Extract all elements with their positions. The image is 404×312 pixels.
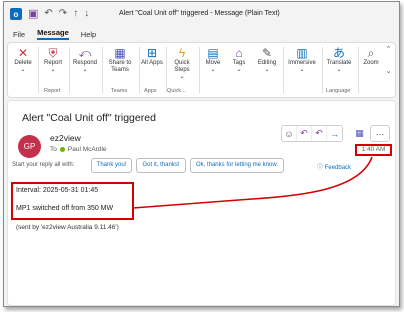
translate-icon: あ — [332, 46, 345, 60]
group-label-report: Report — [44, 88, 61, 94]
ribbon-scroll[interactable]: ⌃ ⌄ — [384, 45, 393, 95]
reply-all-icon[interactable]: ↶ — [312, 126, 327, 141]
chevron-down-icon: ⌄ — [82, 67, 88, 73]
down-icon[interactable]: ↓ — [84, 9, 89, 19]
apps-icon: ⊞ — [146, 46, 158, 60]
app-icon[interactable]: o — [10, 8, 22, 20]
quick-access-toolbar: o ▣ ↶ ↷ ↑ ↓ — [4, 2, 89, 26]
suggested-reply-3[interactable]: Ok, thanks for letting me know. — [190, 158, 284, 173]
delete-button[interactable]: ✕ Delete ⌄ — [12, 46, 34, 74]
lightning-icon: ϟ — [178, 46, 186, 60]
body-signature: (sent by 'ez2view Australia 9.11.46') — [16, 224, 119, 231]
move-button[interactable]: ▤ Move ⌄ — [201, 46, 225, 74]
ribbon-divider — [358, 47, 359, 93]
up-icon[interactable]: ↑ — [73, 9, 78, 19]
recipient-name[interactable]: Paul McArdle — [68, 146, 107, 153]
translate-button[interactable]: あ Translate ⌄ — [324, 46, 354, 74]
book-icon: ▥ — [296, 46, 308, 60]
group-label-quick: Quick... — [167, 88, 186, 94]
teams-icon[interactable]: ▦ — [353, 126, 366, 140]
group-label-apps: Apps — [144, 88, 157, 94]
zoom-button[interactable]: ⌕ Zoom — [360, 46, 382, 67]
feedback-icon: ⓘ — [317, 165, 324, 171]
report-shield-icon: ⛨ — [48, 46, 58, 60]
feedback-link[interactable]: ⓘ Feedback — [317, 162, 351, 171]
group-label-language: Language — [326, 88, 351, 94]
tab-message[interactable]: Message — [37, 28, 69, 40]
teams-icon: ▦ — [114, 46, 126, 60]
editing-button[interactable]: ✎ Editing ⌄ — [254, 46, 280, 74]
all-apps-button[interactable]: ⊞ All Apps — [141, 46, 163, 67]
report-button[interactable]: ⛨ Report ⌄ — [41, 46, 65, 74]
message-subject: Alert "Coal Unit off" triggered — [22, 112, 156, 124]
chevron-down-icon: ⌄ — [236, 67, 242, 73]
immersive-button[interactable]: ▥ Immersive ⌄ — [285, 46, 319, 74]
outlook-window: o ▣ ↶ ↷ ↑ ↓ Alert "Coal Unit off" trigge… — [3, 1, 400, 307]
emoji-icon[interactable]: ☺ — [282, 126, 297, 141]
ribbon-divider — [283, 47, 284, 93]
tab-file[interactable]: File — [13, 30, 25, 39]
quick-steps-button[interactable]: ϟ Quick Steps ⌄ — [168, 46, 196, 81]
ribbon-divider — [69, 47, 70, 93]
chevron-down-icon: ⌄ — [299, 67, 305, 73]
chevron-down-icon: ⌄ — [336, 67, 342, 73]
tags-button[interactable]: ⌂ Tags ⌄ — [228, 46, 250, 74]
ribbon-divider — [139, 47, 140, 93]
avatar[interactable]: GP — [18, 135, 41, 158]
body-event: MP1 switched off from 350 MW — [16, 205, 114, 212]
zoom-icon: ⌕ — [367, 46, 375, 60]
chevron-down-icon[interactable]: ⌄ — [386, 68, 392, 75]
timestamp: 1:40 AM — [355, 144, 392, 156]
reply-icon[interactable]: ↶ — [297, 126, 312, 141]
tag-icon: ⌂ — [235, 46, 243, 60]
suggested-reply-1[interactable]: Thank you! — [91, 158, 132, 173]
chevron-down-icon: ⌄ — [20, 67, 26, 73]
to-label: To — [50, 146, 57, 153]
presence-icon — [59, 147, 65, 152]
ribbon: ✕ Delete ⌄ ⛨ Report ⌄ Report ⤺ Respond ⌄ ▦ … — [7, 42, 396, 98]
forward-icon[interactable]: → — [327, 126, 342, 141]
recipient-line: To Paul McArdle — [50, 146, 107, 153]
chevron-down-icon: ⌄ — [264, 67, 270, 73]
reply-hint: Start your reply all with: — [12, 162, 75, 168]
menu-bar: File Message Help — [4, 26, 399, 42]
ribbon-divider — [102, 47, 103, 93]
delete-x-icon: ✕ — [17, 46, 29, 60]
sender-name[interactable]: ez2view — [50, 133, 81, 143]
chevron-down-icon: ⌄ — [179, 74, 185, 80]
chevron-down-icon: ⌄ — [50, 67, 56, 73]
save-icon[interactable]: ▣ — [28, 8, 38, 20]
body-interval: Interval: 2025-05-31 01:45 — [16, 187, 99, 194]
redo-icon[interactable]: ↷ — [59, 9, 67, 19]
ribbon-divider — [166, 47, 167, 93]
ribbon-divider — [322, 47, 323, 93]
chevron-down-icon: ⌄ — [210, 67, 216, 73]
group-label-teams: Teams — [111, 88, 128, 94]
respond-icon: ⤺ — [78, 46, 92, 60]
pencil-icon: ✎ — [261, 46, 273, 60]
reading-pane: Alert "Coal Unit off" triggered GP ez2vi… — [7, 100, 396, 306]
ribbon-divider — [199, 47, 200, 93]
chevron-up-icon[interactable]: ⌃ — [386, 46, 392, 53]
more-options-button[interactable]: … — [370, 125, 390, 142]
share-to-teams-button[interactable]: ▦ Share to Teams — [104, 46, 136, 74]
window-title: Alert "Coal Unit off" triggered - Messag… — [119, 10, 280, 17]
respond-button[interactable]: ⤺ Respond ⌄ — [71, 46, 99, 74]
undo-icon[interactable]: ↶ — [44, 9, 52, 19]
folder-icon: ▤ — [207, 46, 219, 60]
ribbon-divider — [38, 47, 39, 93]
title-bar: o ▣ ↶ ↷ ↑ ↓ Alert "Coal Unit off" trigge… — [4, 2, 399, 26]
message-actions: ☺ ↶ ↶ → — [281, 125, 343, 142]
suggested-reply-2[interactable]: Got it, thanks! — [136, 158, 186, 173]
tab-help[interactable]: Help — [81, 30, 96, 39]
